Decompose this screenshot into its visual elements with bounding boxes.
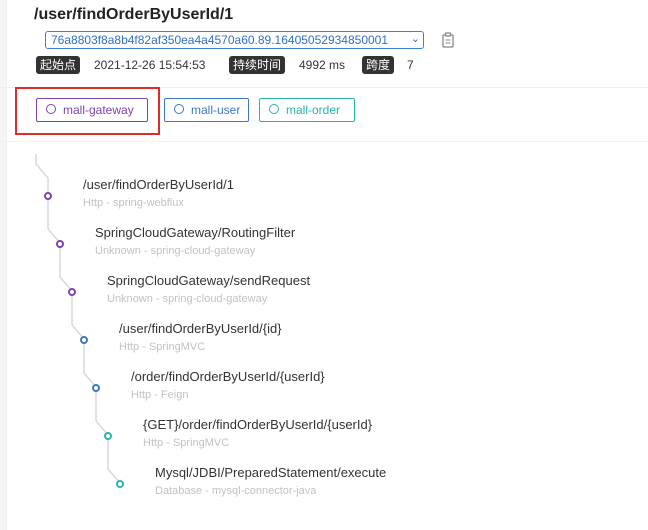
span-name: SpringCloudGateway/sendRequest bbox=[107, 273, 311, 288]
span-component: Unknown - spring-cloud-gateway bbox=[107, 293, 268, 305]
trace-tree-lines bbox=[35, 154, 121, 484]
span-node-dot bbox=[80, 336, 88, 344]
span-name: /user/findOrderByUserId/{id} bbox=[119, 321, 282, 336]
span-name: Mysql/JDBI/PreparedStatement/execute bbox=[155, 465, 387, 480]
span-node-dot bbox=[44, 192, 52, 200]
span-name: {GET}/order/findOrderByUserId/{userId} bbox=[143, 417, 373, 432]
span-name: SpringCloudGateway/RoutingFilter bbox=[95, 225, 296, 240]
span-component: Http - SpringMVC bbox=[143, 437, 230, 449]
span-node-dot bbox=[68, 288, 76, 296]
span-component: Http - Feign bbox=[131, 389, 189, 401]
span-component: Database - mysql-connector-java bbox=[155, 485, 317, 497]
span-component: Unknown - spring-cloud-gateway bbox=[95, 245, 256, 257]
span-node-dot bbox=[92, 384, 100, 392]
span-node-dot bbox=[56, 240, 64, 248]
span-name: /order/findOrderByUserId/{userId} bbox=[131, 369, 325, 384]
span-node-dot bbox=[104, 432, 112, 440]
span-component: Http - spring-webflux bbox=[83, 197, 184, 209]
span-name: /user/findOrderByUserId/1 bbox=[83, 177, 235, 192]
span-node-dot bbox=[116, 480, 124, 488]
span-component: Http - SpringMVC bbox=[119, 341, 206, 353]
